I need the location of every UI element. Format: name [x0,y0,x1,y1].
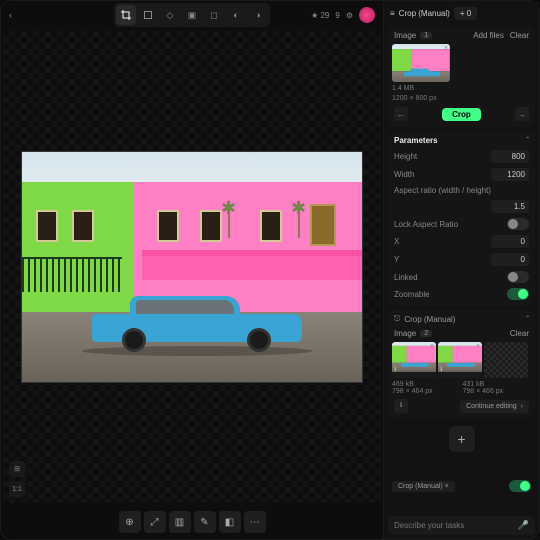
aspect-label: Aspect ratio (width / height) [394,186,491,195]
image-preview[interactable] [22,152,362,382]
r2-dim: 798 × 466 px [463,388,532,395]
btool-5[interactable]: ⋯ [244,511,266,533]
height-label: Height [394,152,417,161]
r1-dim: 798 × 464 px [392,388,461,395]
topbar-right: ★ 29 9 ⚙ [311,7,375,23]
btool-4[interactable]: ◧ [219,511,241,533]
continue-editing-button[interactable]: Continue editing› [460,400,529,413]
add-step-button[interactable]: + [449,426,475,452]
download-all-button[interactable]: ⭳ [394,399,408,413]
panel-title: Crop (Manual) [399,9,450,18]
r2-size: 431 kB [463,381,532,388]
prompt-bar: 🎤 [388,516,535,535]
aspect-input[interactable] [491,200,529,213]
btool-1[interactable]: ⤢ [144,511,166,533]
params-title: Parameters [394,136,438,145]
linked-label: Linked [394,273,418,282]
thumb-remove-icon[interactable]: × [444,45,448,52]
btool-0[interactable]: ⊕ [119,511,141,533]
result-title: Crop (Manual) [404,315,455,324]
params-section: Parameters ˆ Height Width Aspect ratio (w… [388,131,535,305]
canvas-leftbar: ⊞ 1:1 [9,461,25,497]
width-label: Width [394,170,414,179]
download-icon[interactable]: ⭳ [394,365,396,376]
result-image-label: Image [394,329,416,338]
tool-sq2[interactable]: ◻ [204,5,224,25]
y-input[interactable] [491,253,529,266]
tool-crop[interactable] [116,5,136,25]
back-button[interactable]: ‹ [9,10,12,20]
btool-2[interactable]: ▥ [169,511,191,533]
tool-expand[interactable] [138,5,158,25]
zoom-label: Zoomable [394,290,430,299]
lock-label: Lock Aspect Ratio [394,220,458,229]
r1-size: 469 kB [392,381,461,388]
close-icon[interactable]: × [430,343,434,350]
top-tool-group: ◇ ▣ ◻ ◐ ◑ [114,3,270,27]
left-pane: ‹ ◇ ▣ ◻ ◐ ◑ ★ 29 9 ⚙ [1,1,383,539]
topbar: ‹ ◇ ▣ ◻ ◐ ◑ ★ 29 9 ⚙ [1,1,383,29]
next-step-button[interactable]: → [515,107,529,121]
result-section: ⎋Crop (Manual)ˆ Image2Clear ⭳× ⭳× 469 kB… [388,309,535,418]
avatar[interactable] [359,7,375,23]
btool-3[interactable]: ✎ [194,511,216,533]
image-label: Image [394,31,416,40]
result-thumb-2[interactable]: ⭳× [438,342,482,378]
tool-flip-v[interactable]: ◑ [248,5,268,25]
menu-icon[interactable]: ≡ [390,9,395,18]
crop-button[interactable]: Crop [442,108,481,121]
panel-plusmode[interactable]: + 0 [454,7,477,20]
result-clear-button[interactable]: Clear [510,329,529,338]
zoom-1to1-button[interactable]: 1:1 [9,481,25,497]
prompt-input[interactable] [394,521,518,530]
result-thumb-1[interactable]: ⭳× [392,342,436,378]
canvas[interactable]: ⊞ 1:1 [3,31,381,503]
app-root: ‹ ◇ ▣ ◻ ◐ ◑ ★ 29 9 ⚙ [0,0,540,540]
settings-icon[interactable]: ⚙ [346,11,353,20]
x-input[interactable] [491,235,529,248]
link-icon: ⎋ [394,314,400,324]
side-panel: ≡ Crop (Manual) + 0 Image 1 Add files Clea… [383,1,539,539]
mic-icon[interactable]: 🎤 [518,520,529,531]
input-section: Image 1 Add files Clear × 1.4 MB 1200 × 80… [388,26,535,127]
prev-step-button[interactable]: ← [394,107,408,121]
prompt-chip[interactable]: Crop (Manual) × [392,481,455,492]
close-icon[interactable]: × [476,343,480,350]
thumb-dim: 1200 × 800 px [392,95,531,102]
plus-num: 9 [335,11,339,20]
result-image-count: 2 [420,330,432,337]
width-input[interactable] [491,168,529,181]
linked-toggle[interactable] [507,271,529,283]
x-label: X [394,237,399,246]
zoom-toggle[interactable] [507,288,529,300]
result-thumb-empty[interactable] [484,342,528,378]
tool-flip-h[interactable]: ◐ [226,5,246,25]
zoom-fit-button[interactable]: ⊞ [9,461,25,477]
tool-sq1[interactable]: ▣ [182,5,202,25]
clear-button[interactable]: Clear [510,31,529,40]
y-label: Y [394,255,399,264]
panel-header: ≡ Crop (Manual) + 0 [388,5,535,22]
bottom-toolbar: ⊕ ⤢ ▥ ✎ ◧ ⋯ [1,505,383,539]
add-files-button[interactable]: Add files [473,31,504,40]
image-count: 1 [420,32,432,39]
collapse-icon-2[interactable]: ˆ [526,315,529,324]
prompt-toggle[interactable] [509,480,531,492]
input-thumb[interactable]: × [392,44,450,82]
collapse-icon[interactable]: ˆ [526,136,529,145]
rating: ★ 29 [311,11,329,20]
download-icon[interactable]: ⭳ [440,365,442,376]
lock-toggle[interactable] [507,218,529,230]
thumb-size: 1.4 MB [392,85,531,92]
height-input[interactable] [491,150,529,163]
tool-diamond[interactable]: ◇ [160,5,180,25]
